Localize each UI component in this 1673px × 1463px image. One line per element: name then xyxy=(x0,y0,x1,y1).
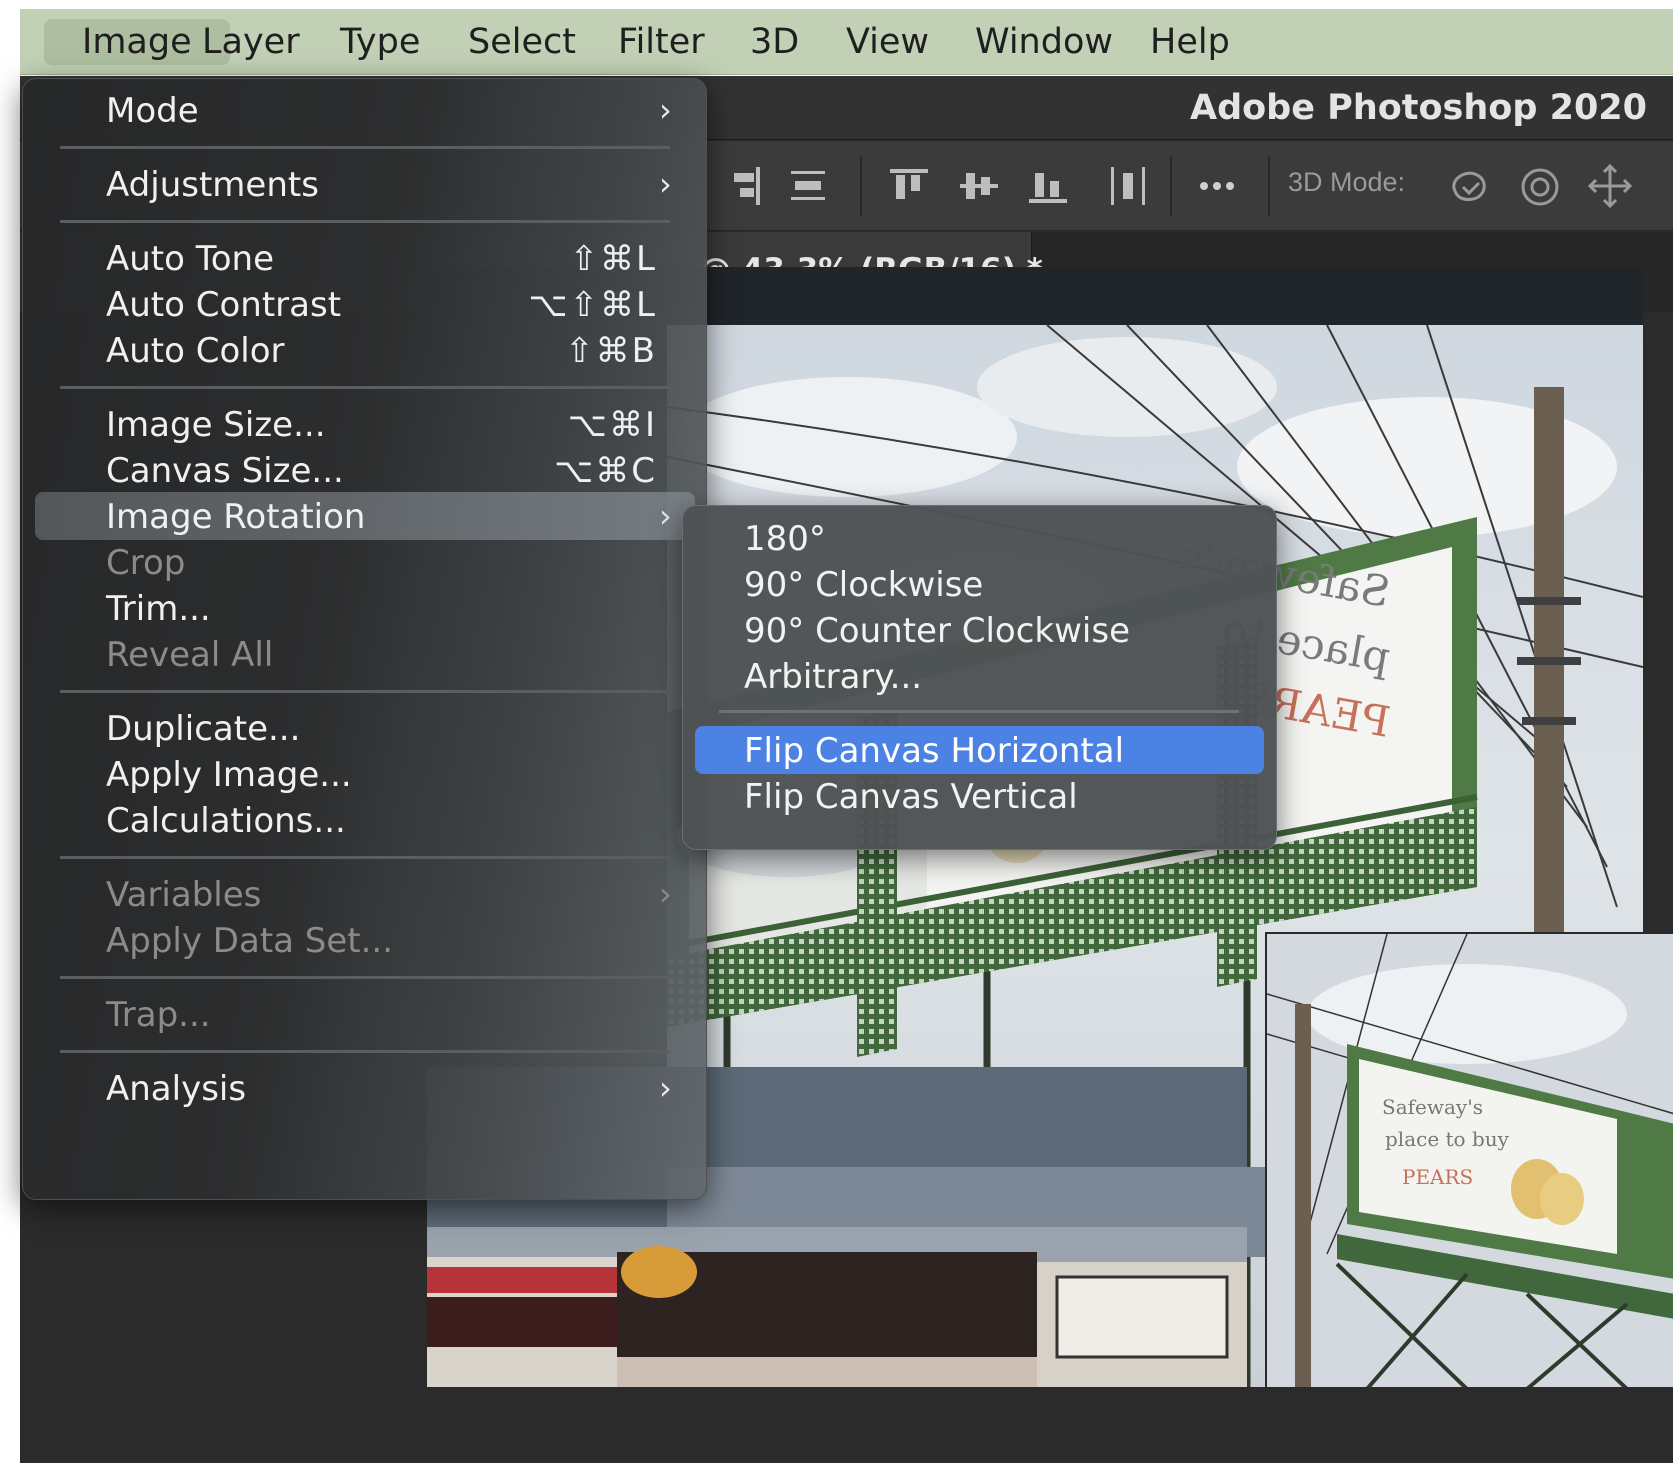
menu-divider xyxy=(60,690,670,693)
menu-item-image-size[interactable]: Image Size... ⌥⌘I xyxy=(35,400,695,448)
menu-item-apply-data-set: Apply Data Set... xyxy=(106,921,394,961)
svg-text:place to buy: place to buy xyxy=(1385,1127,1510,1151)
menu-divider xyxy=(60,220,670,223)
menu-item-image-rotation[interactable]: Image Rotation › xyxy=(35,492,695,540)
submenu-item-flip-canvas-horizontal[interactable]: Flip Canvas Horizontal xyxy=(695,726,1264,774)
app-title: Adobe Photoshop 2020 xyxy=(1190,88,1647,128)
menu-3d[interactable]: 3D xyxy=(750,19,799,65)
menu-divider xyxy=(60,386,670,389)
original-image-inset: Safeway's place to buy PEARS xyxy=(1265,932,1673,1387)
menu-filter[interactable]: Filter xyxy=(618,19,705,65)
image-menu-dropdown: Mode › Adjustments › Auto Tone ⇧⌘L Auto … xyxy=(22,78,707,1200)
shortcut-label: ⇧⌘B xyxy=(565,331,657,371)
pan-3d-icon[interactable] xyxy=(1585,161,1635,211)
shortcut-label: ⌥⌘C xyxy=(554,451,657,491)
align-top-edges-icon[interactable] xyxy=(884,161,934,211)
orbit-3d-icon[interactable] xyxy=(1445,161,1495,211)
chevron-right-icon: › xyxy=(659,1069,672,1107)
submenu-item-180[interactable]: 180° xyxy=(695,514,1264,562)
menu-item-auto-color[interactable]: Auto Color ⇧⌘B xyxy=(35,326,695,374)
menu-window[interactable]: Window xyxy=(975,19,1113,65)
3d-mode-label: 3D Mode: xyxy=(1288,167,1406,197)
menu-view[interactable]: View xyxy=(846,19,929,65)
menu-item-mode[interactable]: Mode › xyxy=(35,86,695,134)
menu-help[interactable]: Help xyxy=(1150,19,1230,65)
menu-item-auto-contrast[interactable]: Auto Contrast ⌥⇧⌘L xyxy=(35,280,695,328)
menu-item-apply-image[interactable]: Apply Image... xyxy=(35,750,695,798)
menu-item-variables: Variables › xyxy=(106,875,672,915)
more-options-icon[interactable] xyxy=(1192,161,1242,211)
align-vertical-centers-icon[interactable] xyxy=(954,161,1004,211)
svg-text:Safeway's: Safeway's xyxy=(1382,1095,1483,1119)
menu-item-trap: Trap... xyxy=(106,995,211,1035)
toolbar-separator xyxy=(1170,156,1172,216)
shortcut-label: ⇧⌘L xyxy=(569,239,657,279)
submenu-item-flip-canvas-vertical[interactable]: Flip Canvas Vertical xyxy=(695,772,1264,820)
toolbar-separator xyxy=(860,156,862,216)
submenu-divider xyxy=(719,710,1239,713)
menu-item-adjustments[interactable]: Adjustments › xyxy=(35,160,695,208)
menu-item-canvas-size[interactable]: Canvas Size... ⌥⌘C xyxy=(35,446,695,494)
chevron-right-icon: › xyxy=(659,497,672,535)
menu-item-analysis[interactable]: Analysis › xyxy=(35,1064,695,1112)
distribute-horizontal-icon[interactable] xyxy=(1103,161,1153,211)
menu-item-crop: Crop xyxy=(106,543,186,583)
toolbar-separator xyxy=(1268,156,1270,216)
chevron-right-icon: › xyxy=(659,165,672,203)
menu-layer[interactable]: Layer xyxy=(202,19,300,65)
shortcut-label: ⌥⌘I xyxy=(567,405,657,445)
submenu-item-arbitrary[interactable]: Arbitrary... xyxy=(695,652,1264,700)
align-bottom-edges-icon[interactable] xyxy=(1023,161,1073,211)
image-rotation-submenu: 180° 90° Clockwise 90° Counter Clockwise… xyxy=(682,505,1277,850)
original-billboard-photo: Safeway's place to buy PEARS xyxy=(1267,934,1673,1387)
submenu-item-90-counter-clockwise[interactable]: 90° Counter Clockwise xyxy=(695,606,1264,654)
menu-item-reveal-all: Reveal All xyxy=(106,635,274,675)
chevron-right-icon: › xyxy=(659,875,672,913)
menu-item-duplicate[interactable]: Duplicate... xyxy=(35,704,695,752)
menu-divider xyxy=(60,976,670,979)
menu-divider xyxy=(60,856,670,859)
menu-divider xyxy=(60,146,670,149)
menu-bar: Image Layer Type Select Filter 3D View W… xyxy=(20,9,1673,75)
svg-text:PEARS: PEARS xyxy=(1402,1165,1473,1189)
menu-divider xyxy=(60,1050,670,1053)
submenu-item-90-clockwise[interactable]: 90° Clockwise xyxy=(695,560,1264,608)
align-right-edges-icon[interactable] xyxy=(720,161,770,211)
roll-3d-icon[interactable] xyxy=(1515,161,1565,211)
menu-item-calculations[interactable]: Calculations... xyxy=(35,796,695,844)
menu-item-auto-tone[interactable]: Auto Tone ⇧⌘L xyxy=(35,234,695,282)
menu-type[interactable]: Type xyxy=(340,19,420,65)
distribute-horizontal-centers-icon[interactable] xyxy=(783,161,833,211)
chevron-right-icon: › xyxy=(659,91,672,129)
menu-item-trim[interactable]: Trim... xyxy=(35,584,695,632)
menu-select[interactable]: Select xyxy=(468,19,576,65)
shortcut-label: ⌥⇧⌘L xyxy=(528,285,657,325)
